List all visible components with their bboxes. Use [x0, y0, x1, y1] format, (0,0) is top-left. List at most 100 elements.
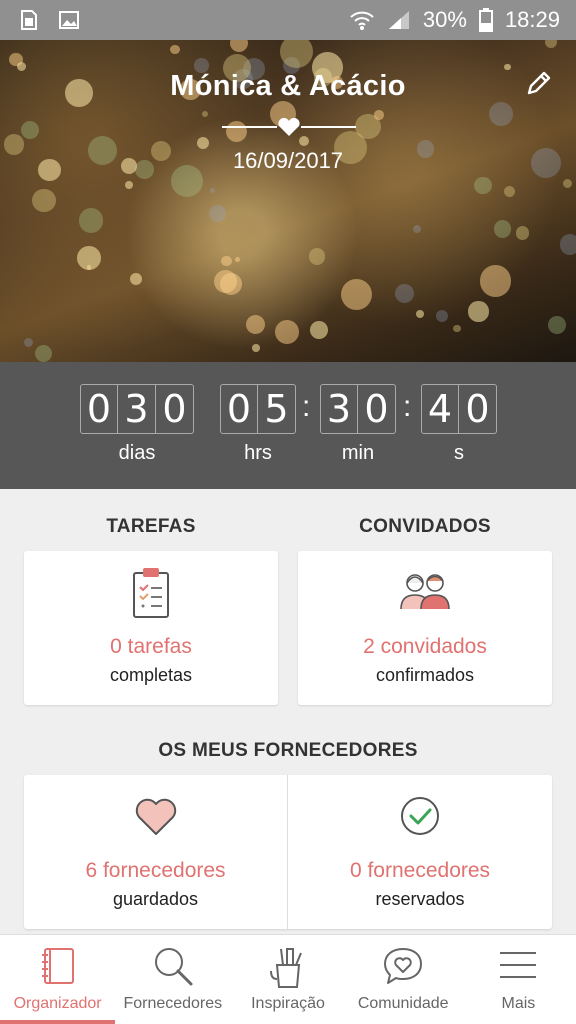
bokeh-dot	[340, 278, 373, 311]
bokeh-dot	[170, 44, 180, 55]
bokeh-dot	[32, 188, 56, 213]
bokeh-dot	[78, 208, 104, 233]
bokeh-dot	[20, 120, 40, 140]
couple-names: Mónica & Acácio	[170, 70, 406, 102]
nav-label-comunidade: Comunidade	[357, 995, 449, 1012]
nav-label-organizador: Organizador	[13, 995, 102, 1012]
nav-item-inspiracao[interactable]: Inspiração	[230, 935, 345, 1024]
fornecedores-reservados[interactable]: 0 fornecedores reservados	[288, 775, 552, 929]
seconds-digits: 4 0	[421, 384, 497, 434]
tarefas-subtitle: completas	[109, 665, 193, 685]
days-label: dias	[118, 442, 156, 464]
seconds-label: s	[454, 442, 464, 464]
bokeh-dot	[415, 310, 424, 318]
convidados-card[interactable]: 2 convidados confirmados	[298, 551, 552, 705]
convidados-count: 2 convidados	[363, 635, 487, 658]
bokeh-dot	[234, 256, 241, 262]
seconds-digit: 0	[459, 384, 497, 434]
pencil-icon[interactable]	[524, 68, 554, 98]
reservados-subtitle: reservados	[375, 889, 465, 909]
battery-icon	[478, 8, 493, 32]
bokeh-dot	[130, 273, 143, 286]
hours-digit: 5	[258, 384, 296, 434]
hours-label: hrs	[244, 442, 272, 464]
search-icon	[154, 948, 193, 986]
hours-digit: 0	[220, 384, 258, 434]
days-digit: 3	[118, 384, 156, 434]
guardados-count: 6 fornecedores	[85, 859, 226, 882]
tarefas-title: TAREFAS	[106, 516, 196, 537]
bokeh-dot	[209, 187, 216, 194]
tarefas-count: 0 tarefas	[110, 635, 192, 658]
pencil-cup-icon	[270, 948, 302, 988]
minutes-digit: 0	[358, 384, 396, 434]
minutes-digit: 3	[320, 384, 358, 434]
check-circle-icon	[401, 797, 439, 835]
bokeh-dot	[468, 301, 489, 322]
bokeh-dot	[563, 178, 573, 189]
bokeh-dot	[503, 185, 515, 198]
bokeh-dot	[201, 111, 208, 118]
guests-icon	[400, 574, 450, 610]
time-separator: :	[403, 390, 412, 423]
heart-icon	[135, 798, 176, 835]
active-tab-indicator	[0, 1020, 116, 1024]
fornecedores-guardados[interactable]: 6 fornecedores guardados	[24, 775, 287, 929]
fornecedores-title: OS MEUS FORNECEDORES	[158, 740, 418, 761]
guardados-subtitle: guardados	[112, 889, 199, 909]
bokeh-dot	[479, 264, 512, 297]
bokeh-dot	[275, 319, 300, 344]
bokeh-dot	[229, 40, 248, 52]
minutes-label: min	[341, 442, 375, 464]
bokeh-dot	[548, 316, 566, 335]
bokeh-dot	[435, 310, 448, 323]
bokeh-dot	[560, 234, 576, 255]
days-digit: 0	[80, 384, 118, 434]
bokeh-dot	[474, 176, 492, 194]
bokeh-dot	[395, 284, 415, 303]
wifi-icon	[349, 9, 375, 31]
nav-item-fornecedores[interactable]: Fornecedores	[115, 935, 230, 1024]
clipboard-icon	[133, 568, 169, 618]
bokeh-dot	[544, 40, 557, 49]
bokeh-dot	[34, 344, 53, 362]
menu-icon	[500, 952, 537, 978]
nav-item-mais[interactable]: Mais	[461, 935, 576, 1024]
bokeh-dot	[124, 180, 133, 190]
bokeh-dot	[488, 102, 513, 126]
tarefas-card[interactable]: 0 tarefas completas	[24, 551, 278, 705]
image-icon	[58, 9, 80, 31]
nav-label-mais: Mais	[501, 995, 536, 1012]
bokeh-dot	[308, 248, 326, 265]
hours-digits: 0 5	[220, 384, 296, 434]
bokeh-dot	[76, 246, 101, 270]
days-digits: 0 3 0	[80, 384, 194, 434]
time-separator: :	[302, 390, 311, 423]
sim-card-icon	[18, 9, 40, 31]
nav-item-comunidade[interactable]: Comunidade	[346, 935, 461, 1024]
hero-banner: Mónica & Acácio 16/09/2017	[0, 40, 576, 362]
clock: 18:29	[504, 7, 560, 32]
bokeh-dot	[493, 220, 512, 239]
nav-item-organizador[interactable]: Organizador	[0, 935, 116, 1024]
nav-label-inspiracao: Inspiração	[251, 995, 325, 1012]
battery-percent: 30%	[422, 7, 467, 32]
bokeh-dot	[221, 255, 232, 267]
bokeh-dot	[208, 205, 226, 223]
bokeh-dot	[252, 343, 260, 352]
bokeh-dot	[8, 52, 23, 67]
bokeh-dot	[279, 40, 313, 68]
bokeh-dot	[246, 314, 266, 334]
days-digit: 0	[156, 384, 194, 434]
fornecedores-card: 6 fornecedores guardados 0 fornecedores …	[24, 775, 552, 929]
bokeh-dot	[309, 321, 328, 339]
bottom-navigation: Organizador Fornecedores Inspiração Comu…	[0, 934, 576, 1024]
bokeh-dot	[516, 226, 530, 240]
bokeh-dot	[453, 324, 461, 333]
chat-heart-icon	[384, 948, 423, 984]
convidados-title: CONVIDADOS	[359, 516, 491, 537]
countdown-timer: 0 3 0 0 5 : 3 0 : 4 0 dias hrs min s	[0, 362, 576, 489]
wedding-date: 16/09/2017	[232, 148, 344, 173]
minutes-digits: 3 0	[320, 384, 396, 434]
bokeh-dot	[412, 225, 421, 234]
